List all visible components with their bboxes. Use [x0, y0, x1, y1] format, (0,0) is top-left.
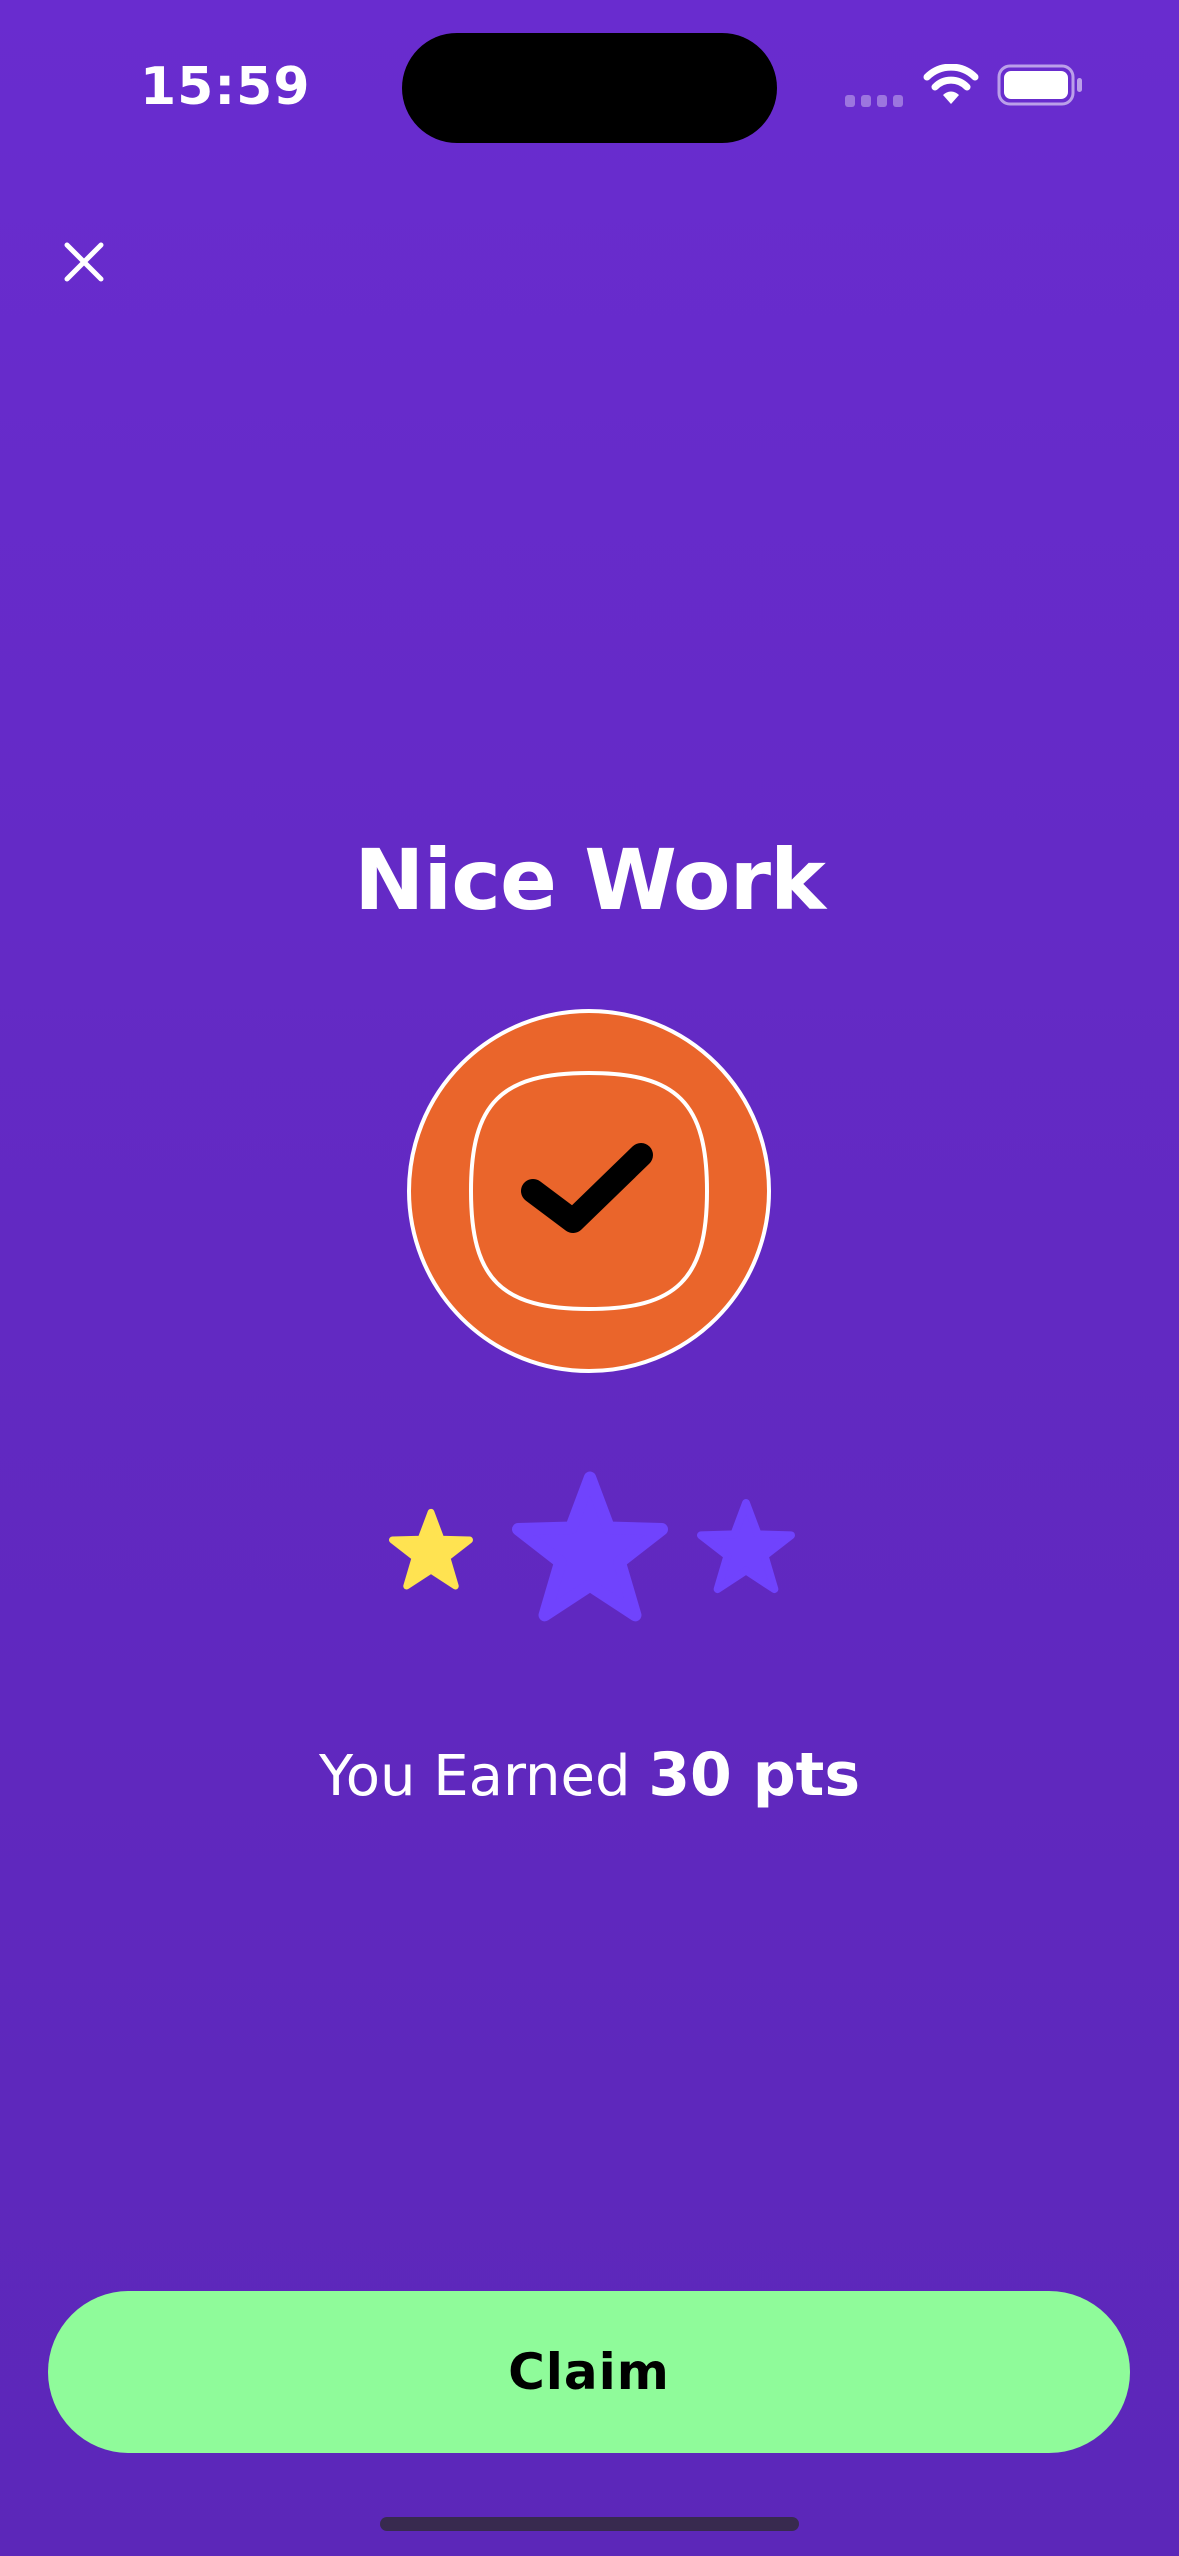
- claim-button-label: Claim: [508, 2343, 670, 2401]
- home-indicator: [380, 2517, 799, 2531]
- close-icon: [64, 242, 104, 282]
- reward-screen: 15:59 Nice Work You Earned 30 pts Claim: [0, 0, 1179, 2556]
- star-filled-icon: [389, 1508, 473, 1590]
- earned-label: You Earned: [318, 1744, 631, 1809]
- star-empty-icon: [512, 1471, 668, 1622]
- page-title: Nice Work: [354, 831, 826, 929]
- checkmark-badge-icon: [407, 1009, 771, 1373]
- claim-button[interactable]: Claim: [48, 2291, 1130, 2453]
- star-rating: [380, 1460, 810, 1640]
- dynamic-island: [402, 33, 777, 143]
- cellular-signal-icon: [845, 95, 905, 107]
- earned-points-value: 30 pts: [648, 1740, 861, 1810]
- star-empty-icon: [697, 1498, 795, 1594]
- battery-icon: [997, 64, 1082, 106]
- wifi-icon: [923, 64, 979, 104]
- close-button[interactable]: [52, 230, 116, 294]
- earned-points-text: You Earned 30 pts: [0, 1730, 1179, 1822]
- status-time: 15:59: [140, 57, 311, 117]
